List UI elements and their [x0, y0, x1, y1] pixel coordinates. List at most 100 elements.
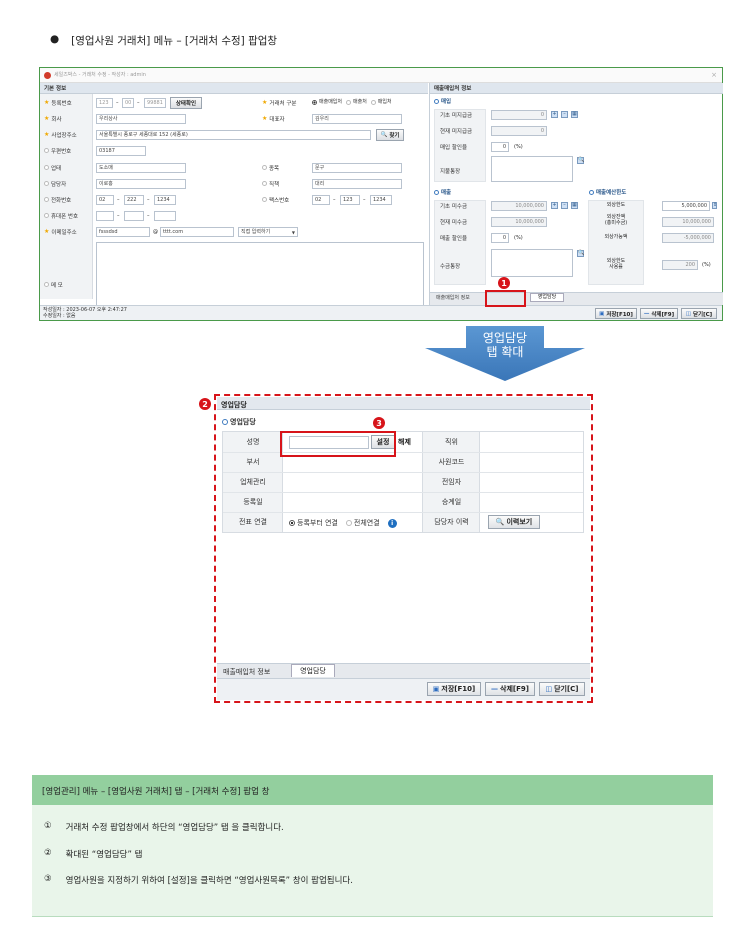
- sales-purchase-panel: 매출매입처 정보 매입 기초 미지급금 0 + – ▦ 현재 미지급금 0 매입…: [429, 83, 723, 305]
- dash: –: [333, 197, 336, 203]
- zip-field[interactable]: 03187: [96, 146, 146, 156]
- close-button[interactable]: ◫ 닫기[C]: [681, 308, 717, 319]
- purchase-value[interactable]: 0: [491, 126, 547, 136]
- radio-link-from-reg[interactable]: 등록부터 연결: [289, 518, 338, 528]
- search-icon[interactable]: 🔍: [577, 250, 584, 257]
- dash: –: [117, 213, 120, 219]
- calculator-icon[interactable]: ▦: [571, 202, 578, 209]
- ceo-field[interactable]: 김우리: [312, 114, 402, 124]
- collection-account-field[interactable]: [491, 249, 573, 277]
- check-status-button[interactable]: 상태확인: [170, 97, 202, 109]
- credit-limit-field[interactable]: 5,000,000: [662, 201, 710, 211]
- radio-sales-purchase[interactable]: 매출매입처: [312, 100, 342, 105]
- delete-button[interactable]: — 삭제[F9]: [640, 308, 678, 319]
- minus-icon: —: [643, 310, 650, 317]
- purchase-value[interactable]: 0: [491, 110, 547, 120]
- credit-available-field[interactable]: -5,000,000: [662, 233, 714, 243]
- history-button[interactable]: 🔍 이력보기: [488, 515, 540, 529]
- purchase-discount-field[interactable]: 0: [491, 142, 509, 152]
- minus-icon: —: [491, 685, 499, 693]
- manager-field[interactable]: 이로홍: [96, 179, 186, 189]
- add-icon[interactable]: +: [551, 202, 558, 209]
- note-box: [영업관리] 메뉴 – [영업사원 거래처] 탭 – [거래처 수정] 팝업 창…: [32, 775, 713, 917]
- minus-icon[interactable]: –: [561, 111, 568, 118]
- search-icon[interactable]: 🔍: [577, 157, 584, 164]
- phone-1-field[interactable]: 02: [96, 195, 114, 205]
- heading-text: [영업사원 거래처] 메뉴 – [거래처 수정] 팝업창: [71, 35, 278, 47]
- marker-3: 3: [373, 417, 385, 429]
- zoom-header: 영업담당: [217, 397, 590, 410]
- zoom-delete-button[interactable]: — 삭제[F9]: [485, 682, 535, 696]
- address-field[interactable]: 서울특별시 종로구 세종대로 152 (세종로): [96, 130, 371, 140]
- note-item-text: 영업사원을 지정하기 위하여 [설정]을 클릭하면 “영업사원목록” 창이 팝업…: [65, 876, 353, 886]
- payment-account-field[interactable]: [491, 156, 573, 182]
- radio-selected-icon: [312, 100, 317, 105]
- sales-label: 현재 미수금: [440, 220, 468, 226]
- zoom-close-button[interactable]: ◫ 닫기[C]: [539, 682, 585, 696]
- fax-label: 팩스번호: [258, 194, 289, 205]
- credit-label-column: [588, 200, 644, 285]
- add-icon[interactable]: +: [551, 111, 558, 118]
- reg-no-label: ★ 등록번호: [44, 99, 72, 107]
- purchase-label: 매입 할인율: [440, 145, 468, 151]
- sales-label: 매출 할인율: [440, 236, 468, 242]
- reg-date-label: 등록일: [243, 498, 263, 506]
- mobile-2-field[interactable]: [124, 211, 144, 221]
- company-field[interactable]: 우리상사: [96, 114, 186, 124]
- fax-2-field[interactable]: 123: [340, 195, 360, 205]
- radio-icon: [345, 520, 352, 526]
- email-domain-select[interactable]: 직접 입력하기 ▼: [238, 227, 298, 237]
- company-manage-label: 업체관리: [240, 478, 266, 486]
- sales-label: 수금통장: [440, 264, 461, 270]
- minus-icon[interactable]: –: [561, 202, 568, 209]
- sales-value[interactable]: 10,000,000: [491, 201, 547, 211]
- required-star-icon: ★: [44, 228, 50, 235]
- reg-no-3-field[interactable]: 99881: [144, 98, 166, 108]
- set-highlight-box: [280, 431, 396, 457]
- find-button[interactable]: 🔍 찾기: [376, 129, 404, 141]
- fax-3-field[interactable]: 1234: [370, 195, 392, 205]
- reg-no-1-field[interactable]: 123: [96, 98, 113, 108]
- manager-label: 담당자: [40, 178, 66, 189]
- biz-type-field[interactable]: 도소매: [96, 163, 186, 173]
- mobile-1-field[interactable]: [96, 211, 114, 221]
- clear-button[interactable]: 해제: [398, 437, 411, 447]
- section-bullet-icon: [434, 189, 439, 195]
- tab-sales-purchase-info[interactable]: 매출매입처 정보: [436, 296, 470, 301]
- marker-2: 2: [199, 398, 211, 410]
- sales-value[interactable]: 10,000,000: [491, 217, 547, 227]
- window-close-icon[interactable]: ×: [711, 72, 717, 79]
- radio-purchase[interactable]: 매입처: [370, 100, 392, 105]
- calculator-icon[interactable]: ▦: [571, 111, 578, 118]
- tab-sales-rep[interactable]: 영업담당: [530, 293, 564, 302]
- zoom-tab-sales-rep[interactable]: 영업담당: [291, 664, 335, 677]
- note-item-number: ③: [44, 874, 52, 884]
- employee-code-label: 사원코드: [438, 458, 465, 466]
- credit-balance-field[interactable]: 10,000,000: [662, 217, 714, 227]
- sales-title: 매출: [430, 187, 451, 197]
- credit-usage-field[interactable]: 200: [662, 260, 698, 270]
- mobile-3-field[interactable]: [154, 211, 176, 221]
- save-button[interactable]: ▣ 저장[F10]: [595, 308, 637, 319]
- item-field[interactable]: 문구: [312, 163, 402, 173]
- info-icon[interactable]: i: [387, 518, 397, 528]
- tab-bar: [430, 292, 723, 305]
- email-id-field[interactable]: fsssdsd: [96, 227, 150, 237]
- phone-2-field[interactable]: 222: [124, 195, 144, 205]
- radio-link-all[interactable]: 전체연결: [345, 518, 380, 528]
- sales-rep-grid: 성명 부서 업체관리 등록일 전표 연결 직위 사원코드 전임자 승계일 담당자…: [222, 431, 584, 533]
- tab-highlight-box: [485, 290, 526, 307]
- position-field[interactable]: 대리: [312, 179, 402, 189]
- radio-sales[interactable]: 매출처: [346, 100, 367, 105]
- reg-no-2-field[interactable]: 00: [122, 98, 134, 108]
- bullet-icon: [44, 197, 49, 202]
- phone-3-field[interactable]: 1234: [154, 195, 176, 205]
- zoom-tab-sales-purchase-info[interactable]: 매출매입처 정보: [223, 667, 270, 677]
- zoom-save-button[interactable]: ▣ 저장[F10]: [427, 682, 481, 696]
- phone-label: 전화번호: [40, 194, 71, 205]
- email-domain-field[interactable]: tttt.com: [160, 227, 234, 237]
- required-star-icon: ★: [262, 115, 268, 122]
- fax-1-field[interactable]: 02: [312, 195, 330, 205]
- spinner-icon[interactable]: ⇕: [712, 202, 717, 209]
- sales-discount-field[interactable]: 0: [491, 233, 509, 243]
